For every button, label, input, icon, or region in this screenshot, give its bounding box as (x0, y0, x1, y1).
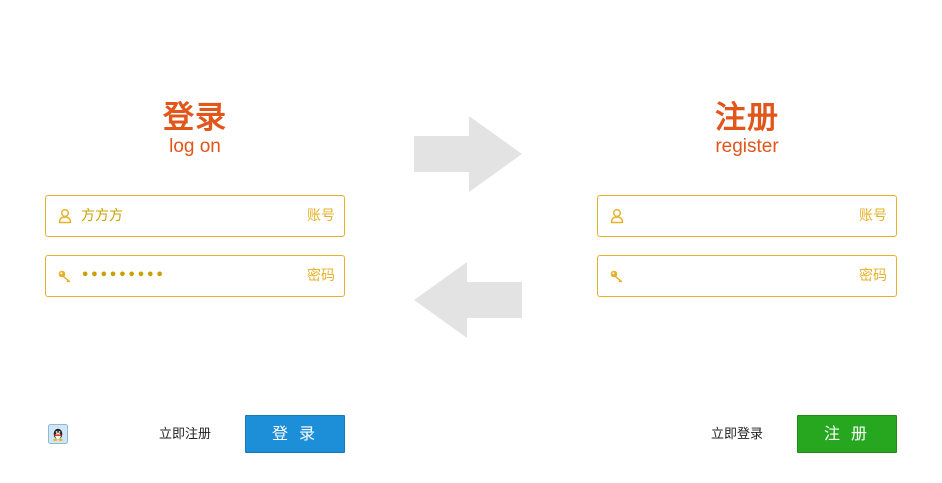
register-username-field[interactable]: 账号 (597, 195, 897, 237)
login-subtitle: log on (169, 136, 221, 157)
qq-icon[interactable] (48, 424, 68, 444)
register-now-link[interactable]: 立即注册 (159, 426, 211, 444)
login-password-label: 密码 (307, 268, 335, 284)
login-title: 登录 (163, 100, 227, 136)
login-panel: 登录 log on 方方方 账号 ••••••••• 密码 立即注册 登 录 (45, 0, 345, 483)
register-password-field[interactable]: 密码 (597, 255, 897, 297)
register-button[interactable]: 注 册 (797, 415, 897, 453)
login-password-field[interactable]: ••••••••• 密码 (45, 255, 345, 297)
user-icon (610, 209, 624, 224)
arrow-left-icon[interactable] (414, 262, 522, 338)
register-title: 注册 (715, 100, 779, 136)
arrow-right-icon[interactable] (414, 116, 522, 192)
key-icon (58, 270, 71, 283)
login-username-value: 方方方 (81, 208, 123, 224)
login-button[interactable]: 登 录 (245, 415, 345, 453)
register-panel: 注册 register 账号 密码 立即登录 注 册 (597, 0, 897, 483)
auth-page: 登录 log on 方方方 账号 ••••••••• 密码 立即注册 登 录 注… (0, 0, 942, 483)
key-icon (610, 270, 623, 283)
login-now-link[interactable]: 立即登录 (711, 426, 763, 444)
user-icon (58, 209, 72, 224)
login-password-value: ••••••••• (81, 268, 165, 283)
register-password-label: 密码 (859, 268, 887, 284)
login-username-label: 账号 (307, 208, 335, 224)
register-username-label: 账号 (859, 208, 887, 224)
register-subtitle: register (715, 136, 779, 157)
login-username-field[interactable]: 方方方 账号 (45, 195, 345, 237)
